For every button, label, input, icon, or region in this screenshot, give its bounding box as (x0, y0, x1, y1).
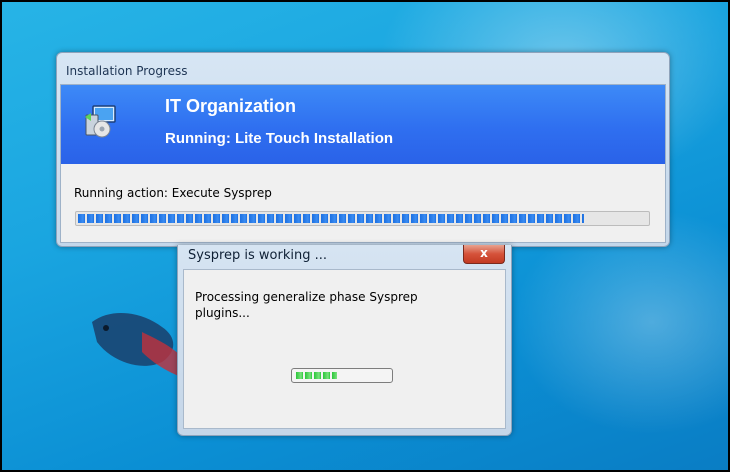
deployment-computer-icon (85, 105, 116, 138)
organization-title: IT Organization (165, 96, 297, 116)
running-task-title: Running: Lite Touch Installation (165, 130, 394, 147)
close-button[interactable]: x (463, 245, 505, 264)
sysprep-dialog[interactable]: Sysprep is working ... x Processing gene… (177, 245, 512, 436)
sysprep-progress-bar (291, 368, 393, 383)
installation-progress-window[interactable]: Installation Progress IT Organization Ru… (56, 52, 670, 247)
installation-progress-bar (75, 211, 650, 226)
status-message: Processing generalize phase Sysprep plug… (195, 290, 418, 320)
dialog-title: Sysprep is working ... (188, 248, 328, 263)
header-banner: IT Organization Running: Lite Touch Inst… (61, 85, 665, 164)
dialog-client-area: Processing generalize phase Sysprep plug… (183, 269, 506, 429)
installation-progress-fill (78, 214, 584, 223)
desktop: Installation Progress IT Organization Ru… (0, 0, 730, 472)
window-client-area: IT Organization Running: Lite Touch Inst… (60, 84, 666, 243)
sysprep-progress-fill (296, 372, 337, 379)
close-icon: x (480, 246, 488, 260)
window-title: Installation Progress (66, 64, 188, 78)
current-action-label: Running action: Execute Sysprep (74, 186, 272, 200)
